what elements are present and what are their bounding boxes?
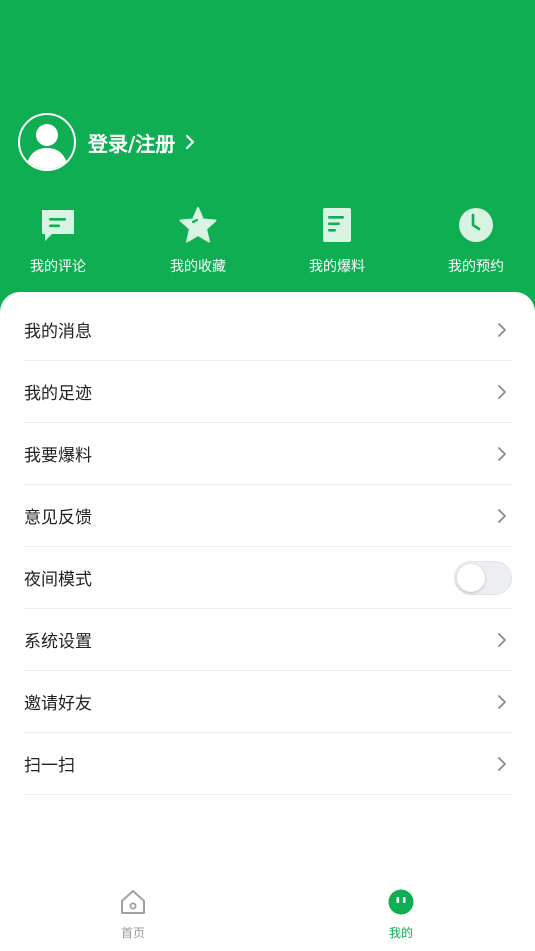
tab-mine[interactable]: 我的 <box>361 888 441 941</box>
quick-action-label: 我的收藏 <box>170 259 226 275</box>
menu-item-label: 扫一扫 <box>24 756 75 776</box>
menu-item-label: 我的足迹 <box>24 384 92 404</box>
login-entry[interactable]: 登录/注册 <box>18 113 195 171</box>
chevron-right-icon <box>185 134 195 150</box>
quick-action-tips[interactable]: 我的爆料 <box>282 205 392 276</box>
document-icon <box>317 205 357 245</box>
clock-icon <box>456 205 496 245</box>
menu-item-messages[interactable]: 我的消息 <box>24 299 512 361</box>
chevron-right-icon <box>498 384 506 399</box>
menu-item-settings[interactable]: 系统设置 <box>24 609 512 671</box>
quick-action-comments[interactable]: 我的评论 <box>3 205 113 276</box>
night-mode-toggle[interactable] <box>454 560 512 595</box>
menu-item-invite-friends[interactable]: 邀请好友 <box>24 671 512 733</box>
toggle-knob <box>457 563 485 592</box>
bottom-tab-bar: 首页 我的 <box>0 880 535 951</box>
quick-action-reservations[interactable]: 我的预约 <box>421 205 531 276</box>
menu-item-label: 夜间模式 <box>24 570 92 590</box>
quick-action-label: 我的评论 <box>30 259 86 275</box>
menu-item-label: 我要爆料 <box>24 446 92 466</box>
tab-label: 首页 <box>120 926 145 940</box>
profile-header: 登录/注册 我的评论 我的收藏 我的爆料 我的预约 <box>0 0 535 320</box>
quick-action-favorites[interactable]: 我的收藏 <box>143 205 253 276</box>
tab-home[interactable]: 首页 <box>93 888 173 941</box>
chevron-right-icon <box>498 694 506 709</box>
menu-item-scan[interactable]: 扫一扫 <box>24 733 512 795</box>
home-icon <box>121 890 145 914</box>
chevron-right-icon <box>498 446 506 461</box>
menu-item-label: 邀请好友 <box>24 694 92 714</box>
tab-label: 我的 <box>388 926 413 940</box>
menu-item-history[interactable]: 我的足迹 <box>24 361 512 423</box>
menu-item-submit-tip[interactable]: 我要爆料 <box>24 423 512 485</box>
menu-item-label: 系统设置 <box>24 632 92 652</box>
chevron-right-icon <box>498 508 506 523</box>
profile-face-icon <box>388 889 414 915</box>
chevron-right-icon <box>498 322 506 337</box>
menu-item-label: 我的消息 <box>24 322 92 342</box>
login-label: 登录/注册 <box>88 131 176 156</box>
quick-action-label: 我的爆料 <box>309 259 365 275</box>
avatar <box>18 113 76 171</box>
chevron-right-icon <box>498 632 506 647</box>
chevron-right-icon <box>498 756 506 771</box>
comment-icon <box>38 205 78 245</box>
menu-item-night-mode: 夜间模式 <box>24 547 512 609</box>
quick-action-label: 我的预约 <box>448 259 504 275</box>
star-icon <box>178 205 218 245</box>
user-silhouette-icon <box>26 124 68 169</box>
menu-card: 我的消息 我的足迹 我要爆料 意见反馈 夜间模式 系统设置 邀请好友 扫一扫 <box>0 292 535 951</box>
menu-item-feedback[interactable]: 意见反馈 <box>24 485 512 547</box>
menu-item-label: 意见反馈 <box>24 508 92 528</box>
